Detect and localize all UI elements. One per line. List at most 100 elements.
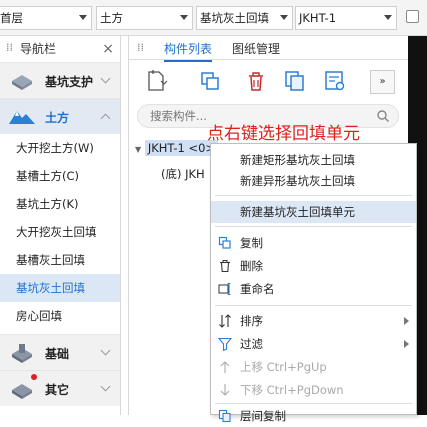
pit-support-icon bbox=[12, 75, 32, 90]
nav-category-foundation[interactable]: 基础 bbox=[0, 334, 120, 370]
menu-item-label: 层间复制 bbox=[240, 409, 286, 423]
tree-child-label: (底) JKH bbox=[161, 167, 205, 181]
more-tools-button[interactable]: » bbox=[370, 70, 395, 94]
sort-icon bbox=[219, 314, 231, 328]
category-dropdown[interactable]: 土方 bbox=[96, 6, 193, 30]
arrow-up-icon bbox=[220, 361, 230, 373]
trash-icon bbox=[220, 260, 230, 273]
chevron-up-icon bbox=[100, 113, 111, 124]
new-component-button[interactable] bbox=[143, 68, 169, 94]
nav-item-trench-earthwork[interactable]: 基槽土方(C) bbox=[0, 162, 120, 190]
menu-item-label: 上移 Ctrl+PgUp bbox=[240, 360, 327, 374]
menu-item-move-down[interactable]: 下移 Ctrl+PgDown bbox=[211, 379, 416, 401]
copy-component-button[interactable] bbox=[197, 68, 223, 94]
tab-component-list[interactable]: 构件列表 bbox=[164, 40, 213, 62]
menu-item-rename[interactable]: 重命名 bbox=[211, 278, 416, 300]
tree-row-root[interactable]: ▼ JKHT-1 <0> bbox=[135, 140, 219, 156]
search-icon[interactable] bbox=[376, 109, 390, 123]
copy-icon bbox=[201, 72, 219, 90]
menu-item-label: 新建基坑灰土回填单元 bbox=[240, 205, 355, 219]
chevron-down-icon bbox=[384, 15, 392, 20]
new-document-icon bbox=[148, 70, 168, 91]
menu-item-floor-copy[interactable]: 层间复制 bbox=[211, 405, 416, 427]
menu-item-label: 删除 bbox=[240, 259, 263, 273]
menu-separator bbox=[215, 403, 412, 404]
nav-header: ⁞⁞ 导航栏 × bbox=[0, 36, 120, 62]
nav-item-trench-backfill[interactable]: 基槽灰土回填 bbox=[0, 246, 120, 274]
menu-item-delete[interactable]: 删除 bbox=[211, 255, 416, 277]
layer-copy-icon bbox=[285, 71, 304, 91]
floor-copy-button[interactable] bbox=[282, 68, 308, 94]
earthwork-icon bbox=[9, 111, 35, 124]
menu-item-filter[interactable]: 过滤 bbox=[211, 333, 416, 355]
menu-separator bbox=[215, 305, 412, 306]
category-dropdown-value: 土方 bbox=[100, 11, 123, 25]
filter-icon bbox=[218, 337, 232, 351]
submenu-arrow-icon bbox=[404, 317, 409, 325]
tree-row-child[interactable]: (底) JKH bbox=[161, 166, 205, 182]
chevron-down-icon bbox=[180, 15, 188, 20]
chevron-down-icon bbox=[280, 15, 288, 20]
triangle-down-icon: ▼ bbox=[135, 145, 142, 154]
delete-component-button[interactable] bbox=[243, 68, 269, 94]
nav-item-large-excavation-backfill[interactable]: 大开挖灰土回填 bbox=[0, 218, 120, 246]
annotation-hint: 点右键选择回填单元 bbox=[207, 124, 360, 144]
menu-item-new-rect-backfill[interactable]: 新建矩形基坑灰土回填 bbox=[211, 149, 416, 171]
menu-separator bbox=[215, 226, 412, 227]
nav-category-label: 基础 bbox=[45, 347, 70, 361]
settings-sheet-icon bbox=[325, 71, 345, 91]
chevron-down-icon bbox=[100, 345, 111, 356]
menu-item-sort[interactable]: 排序 bbox=[211, 310, 416, 332]
close-icon[interactable]: × bbox=[102, 36, 114, 62]
nav-item-large-excavation[interactable]: 大开挖土方(W) bbox=[0, 134, 120, 162]
component-dropdown[interactable]: JKHT-1 bbox=[295, 6, 397, 30]
floor-dropdown[interactable]: 首层 bbox=[0, 6, 92, 30]
menu-item-new-backfill-unit[interactable]: 新建基坑灰土回填单元 bbox=[211, 201, 416, 223]
panel-tabs: ⁞⁞ 构件列表 图纸管理 bbox=[129, 36, 409, 62]
menu-item-label: 复制 bbox=[240, 236, 263, 250]
nav-category-earthwork[interactable]: 土方 bbox=[0, 98, 120, 134]
properties-button[interactable] bbox=[322, 68, 348, 94]
arrow-down-icon bbox=[220, 384, 230, 396]
menu-item-label: 下移 Ctrl+PgDown bbox=[240, 383, 344, 397]
foundation-icon bbox=[12, 344, 32, 363]
menu-item-label: 新建矩形基坑灰土回填 bbox=[240, 153, 355, 167]
chevron-down-icon bbox=[100, 381, 111, 392]
component-type-dropdown[interactable]: 基坑灰土回填 bbox=[196, 6, 293, 30]
component-type-dropdown-value: 基坑灰土回填 bbox=[200, 11, 269, 25]
nav-item-room-backfill[interactable]: 房心回填 bbox=[0, 302, 120, 330]
floor-dropdown-value: 首层 bbox=[0, 11, 23, 25]
context-menu: 新建矩形基坑灰土回填 新建异形基坑灰土回填 新建基坑灰土回填单元 复制 删除 重… bbox=[210, 143, 417, 423]
navigation-panel: ⁞⁞ 导航栏 × 基坑支护 土方 大开挖土方(W) 基槽土方(C) 基坑土方(K… bbox=[0, 36, 121, 415]
nav-category-other[interactable]: 其它 bbox=[0, 370, 120, 406]
nav-category-label: 土方 bbox=[45, 111, 70, 125]
menu-item-label: 新建异形基坑灰土回填 bbox=[240, 174, 355, 188]
drag-handle-icon[interactable]: ⁞⁞ bbox=[6, 42, 13, 54]
menu-item-label: 重命名 bbox=[240, 282, 275, 296]
drag-handle-icon[interactable]: ⁞⁞ bbox=[137, 41, 144, 54]
nav-category-foundation-pit-support[interactable]: 基坑支护 bbox=[0, 62, 120, 98]
nav-title: 导航栏 bbox=[20, 42, 57, 56]
nav-category-label: 基坑支护 bbox=[45, 75, 94, 89]
toolbar-checkbox[interactable] bbox=[406, 10, 419, 23]
nav-category-label: 其它 bbox=[45, 383, 70, 397]
layer-copy-icon bbox=[218, 409, 231, 423]
copy-icon bbox=[218, 236, 231, 249]
chevron-down-icon bbox=[100, 73, 111, 84]
chevron-down-icon bbox=[79, 15, 87, 20]
tab-drawing-management[interactable]: 图纸管理 bbox=[232, 40, 280, 57]
menu-item-label: 过滤 bbox=[240, 337, 263, 351]
trash-icon bbox=[249, 72, 263, 91]
menu-item-move-up[interactable]: 上移 Ctrl+PgUp bbox=[211, 356, 416, 378]
nav-item-pit-earthwork[interactable]: 基坑土方(K) bbox=[0, 190, 120, 218]
other-icon bbox=[12, 384, 32, 399]
toolbar-selectors: 首层 土方 基坑灰土回填 JKHT-1 bbox=[0, 0, 427, 36]
menu-item-new-irregular-backfill[interactable]: 新建异形基坑灰土回填 bbox=[211, 170, 416, 192]
submenu-arrow-icon bbox=[404, 340, 409, 348]
menu-separator bbox=[215, 195, 412, 196]
menu-item-label: 排序 bbox=[240, 314, 263, 328]
menu-item-copy[interactable]: 复制 bbox=[211, 232, 416, 254]
rename-icon bbox=[218, 282, 231, 296]
component-dropdown-value: JKHT-1 bbox=[299, 11, 337, 25]
nav-item-pit-backfill[interactable]: 基坑灰土回填 bbox=[0, 274, 120, 302]
